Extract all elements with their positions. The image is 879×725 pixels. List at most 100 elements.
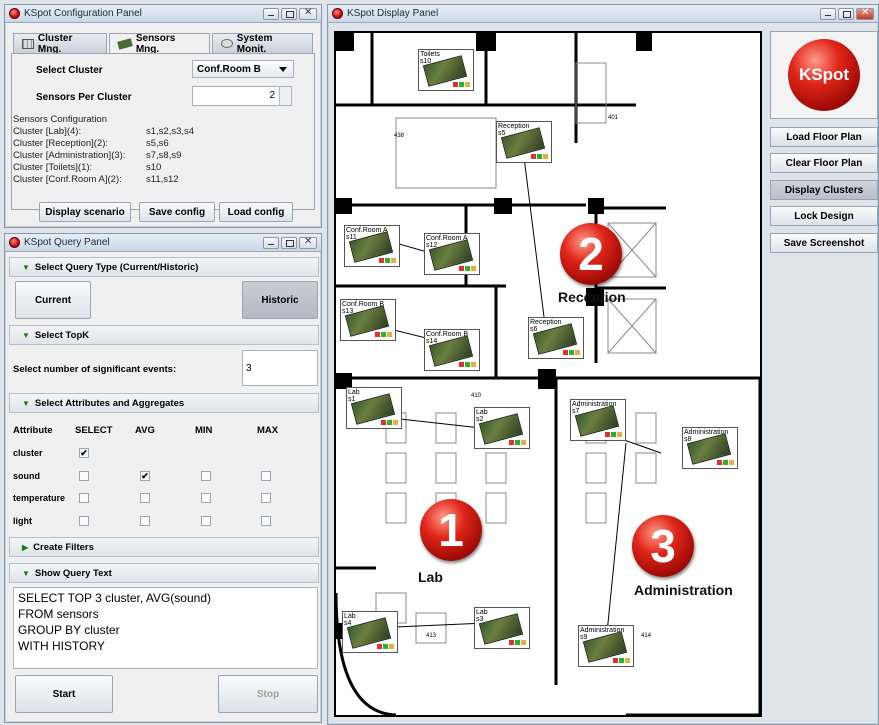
sensor-mote[interactable]: Administration s9: [578, 625, 634, 667]
display-clusters-button[interactable]: Display Clusters: [770, 180, 878, 200]
select-cluster-label: Select Cluster: [36, 65, 103, 76]
room-number: 413: [426, 633, 437, 639]
sensor-mote[interactable]: Administration s7: [570, 399, 626, 441]
tab-system-monit[interactable]: System Monit.: [211, 33, 313, 55]
cluster-badge-2: 2: [560, 223, 622, 285]
historic-button[interactable]: Historic: [242, 281, 318, 319]
minimize-icon[interactable]: [263, 236, 279, 249]
config-line-name: Cluster [Administration](3):: [13, 150, 126, 161]
temperature-select-checkbox[interactable]: [79, 493, 89, 503]
sound-max-checkbox[interactable]: [261, 471, 271, 481]
save-config-button[interactable]: Save config: [139, 202, 215, 222]
section-create-filters[interactable]: ▶ Create Filters: [9, 537, 319, 557]
section-label: Select Attributes and Aggregates: [34, 397, 185, 409]
expanded-triangle-icon: ▼: [22, 398, 30, 408]
minimize-icon[interactable]: [820, 7, 836, 20]
section-label: Select TopK: [34, 329, 90, 341]
expanded-triangle-icon: ▼: [22, 262, 30, 272]
light-max-checkbox[interactable]: [261, 516, 271, 526]
temperature-min-checkbox[interactable]: [201, 493, 211, 503]
chevron-down-icon: [279, 67, 287, 76]
lock-design-button[interactable]: Lock Design: [770, 206, 878, 226]
led-indicator: [531, 154, 548, 159]
config-window-title: KSpot Configuration Panel: [24, 8, 142, 19]
mote-room: Lab: [348, 389, 360, 396]
section-query-type[interactable]: ▼ Select Query Type (Current/Historic): [9, 257, 319, 277]
load-floor-plan-button[interactable]: Load Floor Plan: [770, 127, 878, 147]
select-cluster-combo[interactable]: Conf.Room B: [192, 60, 294, 78]
tab-cluster-mng[interactable]: Cluster Mng.: [13, 33, 107, 55]
start-button[interactable]: Start: [15, 675, 113, 713]
expanded-triangle-icon: ▼: [22, 568, 30, 578]
led-indicator: [605, 432, 622, 437]
sensor-mote[interactable]: Lab s2: [474, 407, 530, 449]
temperature-max-checkbox[interactable]: [261, 493, 271, 503]
led-indicator: [381, 420, 398, 425]
led-indicator: [613, 658, 630, 663]
temperature-avg-checkbox[interactable]: [140, 493, 150, 503]
sound-select-checkbox[interactable]: [79, 471, 89, 481]
sensor-mote[interactable]: Conf.Room As11: [344, 225, 400, 267]
light-avg-checkbox[interactable]: [140, 516, 150, 526]
sensor-mote[interactable]: Lab s3: [474, 607, 530, 649]
kspot-logo: KSpot: [770, 31, 878, 119]
led-indicator: [453, 82, 470, 87]
mote-room: Lab: [476, 409, 488, 416]
sensor-mote[interactable]: Conf.Room As12: [424, 233, 480, 275]
tab-sensors-mng[interactable]: Sensors Mng.: [108, 33, 210, 55]
light-min-checkbox[interactable]: [201, 516, 211, 526]
config-line-sensors: s1,s2,s3,s4: [146, 126, 195, 137]
room-number: 401: [608, 115, 619, 121]
floor-plan-canvas[interactable]: 438 401 410 413 414 Toilets s10 Reception…: [334, 31, 762, 717]
current-button[interactable]: Current: [15, 281, 91, 319]
query-line: GROUP BY cluster: [18, 623, 120, 637]
monitor-icon: [220, 39, 233, 48]
sensor-mote[interactable]: Conf.Room Bs13: [340, 299, 396, 341]
load-config-button[interactable]: Load config: [219, 202, 293, 222]
section-topk[interactable]: ▼ Select TopK: [9, 325, 319, 345]
config-tabs: Cluster Mng. Sensors Mng. System Monit.: [5, 23, 321, 55]
config-titlebar: KSpot Configuration Panel: [5, 5, 321, 23]
section-label: Create Filters: [33, 541, 94, 553]
section-query-text[interactable]: ▼ Show Query Text: [9, 563, 319, 583]
maximize-icon[interactable]: [838, 7, 854, 20]
spinner-arrows-icon[interactable]: [279, 87, 291, 105]
sensor-mote[interactable]: Toilets s10: [418, 49, 474, 91]
led-indicator: [377, 644, 394, 649]
sensor-mote[interactable]: Lab s4: [342, 611, 398, 653]
sound-avg-checkbox[interactable]: ✔: [140, 471, 150, 481]
app-icon: [9, 8, 20, 19]
clear-floor-plan-button[interactable]: Clear Floor Plan: [770, 153, 878, 173]
maximize-icon[interactable]: [281, 236, 297, 249]
sensor-mote[interactable]: Reception s6: [528, 317, 584, 359]
sensor-mote[interactable]: Lab s1: [346, 387, 402, 429]
room-number: 414: [641, 633, 652, 639]
led-indicator: [717, 460, 734, 465]
display-scenario-button[interactable]: Display scenario: [39, 202, 131, 222]
sensor-mote[interactable]: Reception s5: [496, 121, 552, 163]
stop-button[interactable]: Stop: [218, 675, 318, 713]
sensor-mote[interactable]: Administration s8: [682, 427, 738, 469]
attr-name: temperature: [13, 493, 66, 503]
sensors-per-cluster-spinner[interactable]: 2: [192, 86, 292, 106]
led-indicator: [459, 362, 476, 367]
light-select-checkbox[interactable]: [79, 516, 89, 526]
query-text-area[interactable]: SELECT TOP 3 cluster, AVG(sound) FROM se…: [13, 587, 318, 669]
topk-input[interactable]: 3: [242, 350, 318, 386]
attr-name: sound: [13, 471, 40, 481]
query-line: FROM sensors: [18, 607, 99, 621]
close-icon[interactable]: [299, 7, 317, 20]
close-icon[interactable]: [299, 236, 317, 249]
cluster-badge-3: 3: [632, 515, 694, 577]
minimize-icon[interactable]: [263, 7, 279, 20]
section-label: Select Query Type (Current/Historic): [34, 261, 199, 273]
query-window-title: KSpot Query Panel: [24, 237, 110, 248]
maximize-icon[interactable]: [281, 7, 297, 20]
section-attributes[interactable]: ▼ Select Attributes and Aggregates: [9, 393, 319, 413]
cluster-select-checkbox[interactable]: ✔: [79, 448, 89, 458]
sound-min-checkbox[interactable]: [201, 471, 211, 481]
topk-value: 3: [246, 363, 252, 374]
sensor-mote[interactable]: Conf.Room Bs14: [424, 329, 480, 371]
save-screenshot-button[interactable]: Save Screenshot: [770, 233, 878, 253]
close-icon[interactable]: [856, 7, 874, 20]
